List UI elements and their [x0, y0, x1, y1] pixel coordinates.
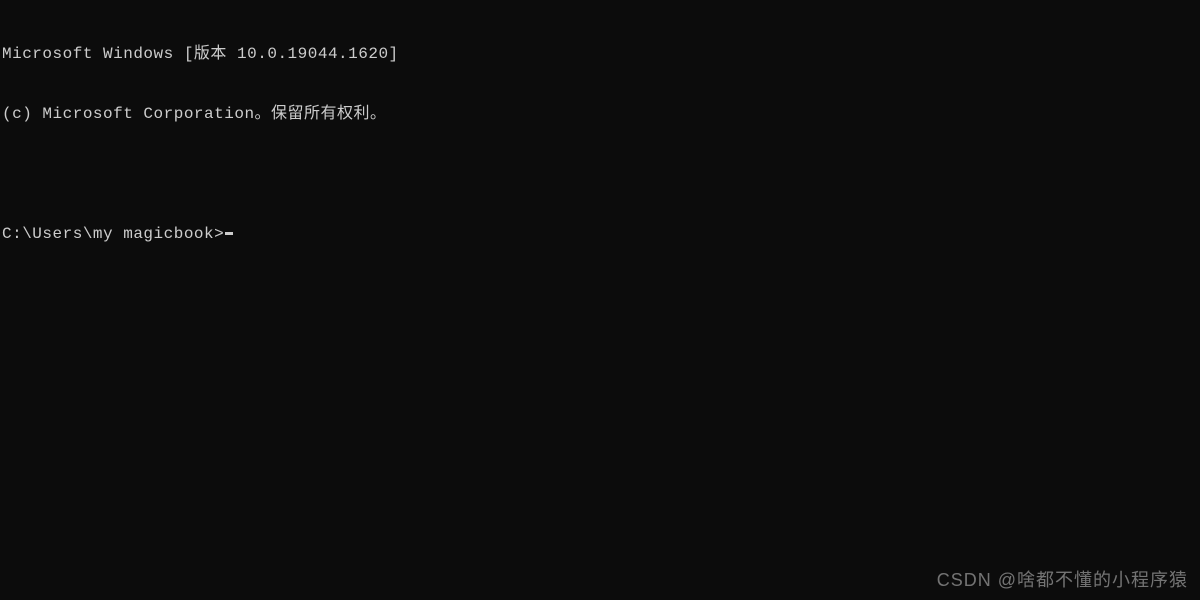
cursor-icon [225, 232, 233, 235]
version-line: Microsoft Windows [版本 10.0.19044.1620] [2, 44, 1200, 64]
copyright-line: (c) Microsoft Corporation。保留所有权利。 [2, 104, 1200, 124]
watermark-text: CSDN @啥都不懂的小程序猿 [937, 570, 1188, 590]
prompt-line[interactable]: C:\Users\my magicbook> [2, 224, 1200, 244]
terminal-output[interactable]: Microsoft Windows [版本 10.0.19044.1620] (… [0, 0, 1200, 264]
blank-line [2, 164, 1200, 184]
prompt-text: C:\Users\my magicbook> [2, 224, 224, 244]
